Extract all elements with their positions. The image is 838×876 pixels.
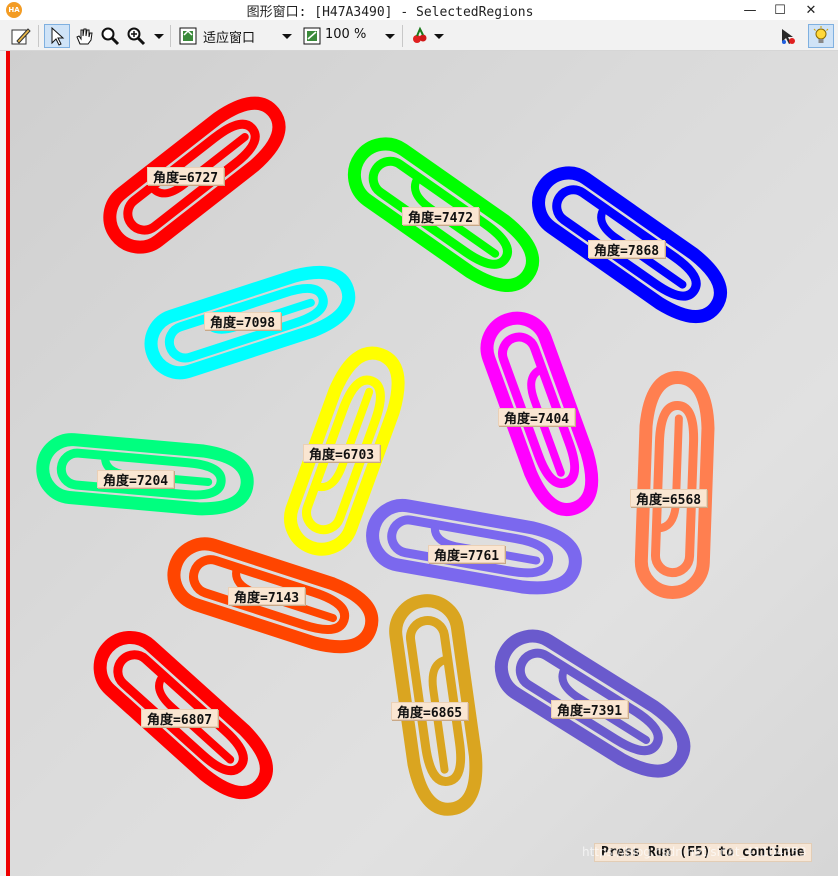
toolbar-separator xyxy=(38,25,39,47)
toolbar-separator xyxy=(402,25,403,47)
angle-label-11: 角度=6807 xyxy=(141,709,219,728)
angle-label-4: 角度=7098 xyxy=(204,312,282,331)
close-button[interactable]: ✕ xyxy=(795,0,827,20)
zoom-percent-value[interactable]: 100 % xyxy=(325,27,366,42)
maximize-button[interactable]: ☐ xyxy=(764,0,796,20)
fit-dropdown-caret[interactable] xyxy=(282,34,292,39)
zoom-percent-caret[interactable] xyxy=(385,34,395,39)
zoom-percent-icon[interactable] xyxy=(300,24,324,48)
angle-label-12: 角度=6865 xyxy=(391,702,469,721)
angle-label-6: 角度=6703 xyxy=(303,444,381,463)
hand-icon[interactable] xyxy=(72,24,96,48)
watermark: https://blog.csdn.net/sinat_41104353 xyxy=(582,845,807,859)
graphics-window: HA 图形窗口: [H47A3490] - SelectedRegions — … xyxy=(0,0,838,876)
title-bar[interactable]: HA 图形窗口: [H47A3490] - SelectedRegions — … xyxy=(0,0,838,20)
angle-label-5: 角度=7404 xyxy=(498,408,576,427)
paperclip-regions xyxy=(36,96,727,816)
paperclip-region-7 xyxy=(634,371,715,599)
inspect-icon[interactable] xyxy=(776,24,800,48)
zoom-in-icon[interactable] xyxy=(124,24,148,48)
color-icon[interactable] xyxy=(408,24,432,48)
color-dropdown-caret[interactable] xyxy=(434,34,444,39)
angle-label-8: 角度=7204 xyxy=(97,470,175,489)
angle-label-9: 角度=7761 xyxy=(428,545,506,564)
angle-label-13: 角度=7391 xyxy=(551,700,629,719)
zoom-dropdown-caret[interactable] xyxy=(154,34,164,39)
canvas-left-edge xyxy=(6,51,10,876)
fit-window-icon[interactable] xyxy=(176,24,200,48)
minimize-button[interactable]: — xyxy=(734,0,766,20)
angle-label-1: 角度=6727 xyxy=(147,167,225,186)
angle-label-7: 角度=6568 xyxy=(630,489,708,508)
pointer-icon[interactable] xyxy=(44,24,70,48)
image-canvas[interactable]: Press Run (F5) to continue https://blog.… xyxy=(8,51,838,876)
toolbar-separator xyxy=(170,25,171,47)
fit-window-label[interactable]: 适应窗口 xyxy=(203,27,255,46)
toolbar: 适应窗口 100 % xyxy=(0,20,838,51)
angle-label-2: 角度=7472 xyxy=(402,207,480,226)
lightbulb-icon[interactable] xyxy=(808,24,834,48)
magnify-icon[interactable] xyxy=(98,24,122,48)
window-title: 图形窗口: [H47A3490] - SelectedRegions xyxy=(246,5,534,20)
edit-icon[interactable] xyxy=(8,24,34,48)
angle-label-10: 角度=7143 xyxy=(228,587,306,606)
angle-label-3: 角度=7868 xyxy=(588,240,666,259)
